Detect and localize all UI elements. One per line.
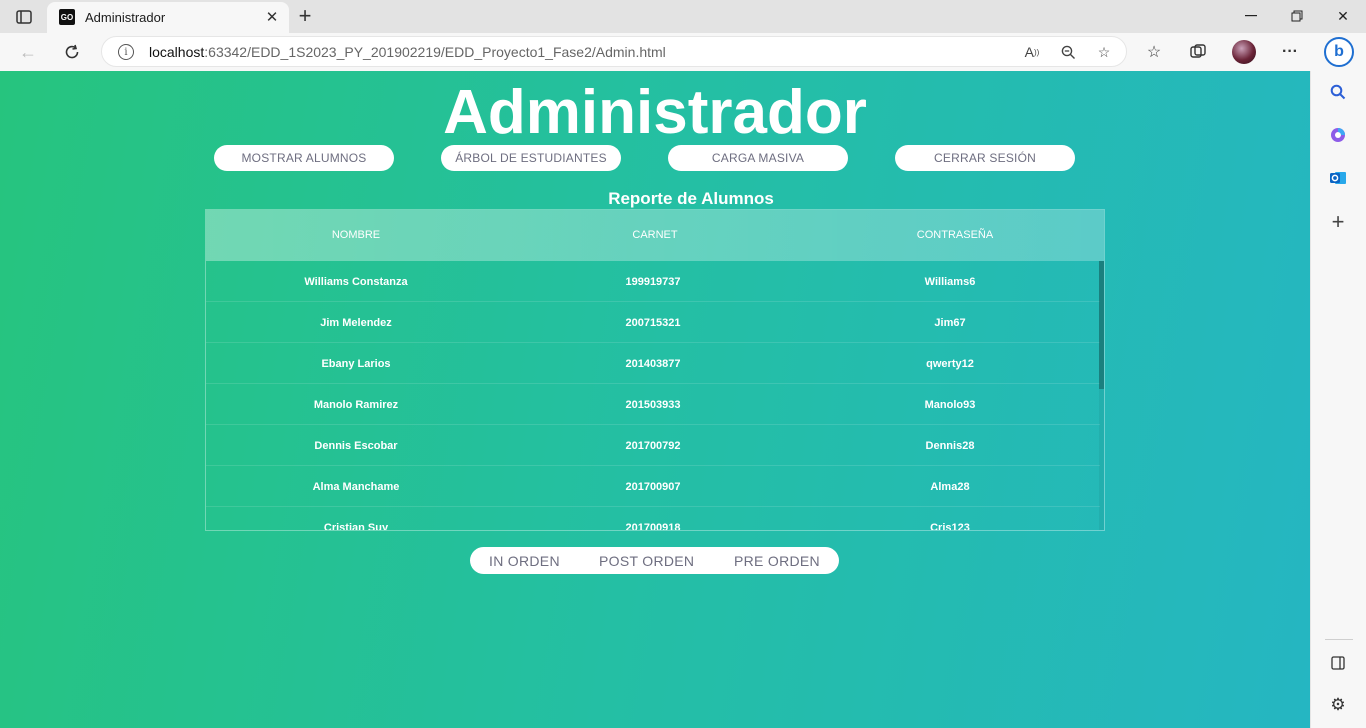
student-tree-button[interactable]: ÁRBOL DE ESTUDIANTES	[441, 145, 621, 171]
show-students-button[interactable]: MOSTRAR ALUMNOS	[214, 145, 394, 171]
minimize-icon[interactable]	[1228, 4, 1274, 28]
header-nombre: NOMBRE	[331, 229, 381, 241]
close-window-icon[interactable]: ✕	[1320, 4, 1366, 28]
zoom-out-icon[interactable]	[1056, 41, 1080, 63]
cell-contrasena: Jim67	[934, 317, 966, 329]
cell-nombre: Alma Manchame	[312, 481, 400, 493]
scrollbar-thumb[interactable]	[1099, 261, 1104, 389]
cell-nombre: Jim Melendez	[320, 317, 392, 329]
report-title: Reporte de Alumnos	[608, 189, 774, 208]
favicon-icon: GO	[59, 9, 75, 25]
pre-order-button[interactable]: PRE ORDEN	[734, 553, 820, 569]
add-sidebar-item-icon[interactable]: +	[1325, 209, 1351, 235]
cell-carnet: 201700792	[625, 440, 681, 452]
header-carnet: CARNET	[632, 229, 678, 241]
refresh-icon[interactable]	[58, 38, 86, 66]
browser-tab-bar: GO Administrador ✕ + ✕	[0, 0, 1366, 33]
more-menu-icon[interactable]: ···	[1278, 40, 1302, 64]
info-icon[interactable]: i	[118, 44, 134, 60]
cell-nombre: Williams Constanza	[304, 276, 408, 288]
browser-toolbar: ← i localhost:63342/EDD_1S2023_PY_201902…	[0, 33, 1366, 71]
collections-icon[interactable]	[1186, 40, 1210, 64]
browser-sidebar: + ⚙	[1310, 71, 1366, 728]
table-row: Manolo Ramirez 201503933 Manolo93	[206, 384, 1100, 425]
cell-carnet: 201503933	[625, 399, 681, 411]
cell-carnet: 201403877	[625, 358, 681, 370]
cell-carnet: 201700918	[625, 522, 681, 531]
cell-contrasena: qwerty12	[926, 358, 974, 370]
settings-gear-icon[interactable]: ⚙	[1325, 692, 1351, 718]
cell-contrasena: Dennis28	[925, 440, 975, 452]
cell-nombre: Manolo Ramirez	[313, 399, 399, 411]
hide-sidebar-icon[interactable]	[1325, 650, 1351, 676]
sidebar-divider	[1325, 639, 1353, 640]
post-order-button[interactable]: POST ORDEN	[599, 553, 694, 569]
outlook-icon[interactable]	[1325, 165, 1351, 191]
logout-button[interactable]: CERRAR SESIÓN	[895, 145, 1075, 171]
traversal-order-bar: IN ORDEN POST ORDEN PRE ORDEN	[470, 547, 839, 574]
tab-title: Administrador	[85, 10, 166, 25]
office-icon[interactable]	[1325, 122, 1351, 148]
cell-carnet: 201700907	[625, 481, 681, 493]
table-row: Dennis Escobar 201700792 Dennis28	[206, 425, 1100, 466]
cell-carnet: 199919737	[625, 276, 681, 288]
table-header: NOMBRE CARNET CONTRASEÑA	[206, 210, 1104, 261]
table-row: Cristian Suy 201700918 Cris123	[206, 507, 1100, 531]
page-title: Administrador	[443, 78, 867, 147]
back-icon[interactable]: ←	[14, 38, 42, 66]
table-row: Williams Constanza 199919737 Williams6	[206, 261, 1100, 302]
favorites-icon[interactable]: ☆	[1142, 40, 1166, 64]
address-bar[interactable]: i localhost:63342/EDD_1S2023_PY_20190221…	[101, 36, 1127, 67]
add-favorite-icon[interactable]: ☆	[1092, 41, 1116, 63]
cell-contrasena: Williams6	[924, 276, 976, 288]
table-row: Ebany Larios 201403877 qwerty12	[206, 343, 1100, 384]
url-text: localhost:63342/EDD_1S2023_PY_201902219/…	[149, 44, 666, 60]
bing-icon[interactable]: b	[1324, 37, 1354, 67]
cell-contrasena: Manolo93	[924, 399, 976, 411]
bulk-upload-button[interactable]: CARGA MASIVA	[668, 145, 848, 171]
close-tab-icon[interactable]: ✕	[263, 8, 281, 26]
read-aloud-icon[interactable]: A))	[1020, 41, 1044, 63]
in-order-button[interactable]: IN ORDEN	[489, 553, 560, 569]
students-table: NOMBRE CARNET CONTRASEÑA Williams Consta…	[205, 209, 1105, 531]
tab-actions-icon[interactable]	[10, 6, 38, 28]
cell-nombre: Cristian Suy	[323, 522, 389, 531]
cell-nombre: Dennis Escobar	[314, 440, 398, 452]
header-contrasena: CONTRASEÑA	[916, 229, 994, 241]
new-tab-icon[interactable]: +	[292, 3, 318, 28]
table-row: Jim Melendez 200715321 Jim67	[206, 302, 1100, 343]
cell-carnet: 200715321	[625, 317, 681, 329]
cell-contrasena: Cris123	[930, 522, 970, 531]
search-icon[interactable]	[1325, 79, 1351, 105]
table-scrollbar[interactable]	[1099, 261, 1104, 530]
profile-avatar[interactable]	[1232, 40, 1256, 64]
table-row: Alma Manchame 201700907 Alma28	[206, 466, 1100, 507]
cell-contrasena: Alma28	[930, 481, 970, 493]
page-content: Administrador MOSTRAR ALUMNOS ÁRBOL DE E…	[0, 71, 1310, 728]
browser-tab[interactable]: GO Administrador ✕	[47, 2, 289, 33]
cell-nombre: Ebany Larios	[321, 358, 391, 370]
restore-icon[interactable]	[1274, 4, 1320, 28]
